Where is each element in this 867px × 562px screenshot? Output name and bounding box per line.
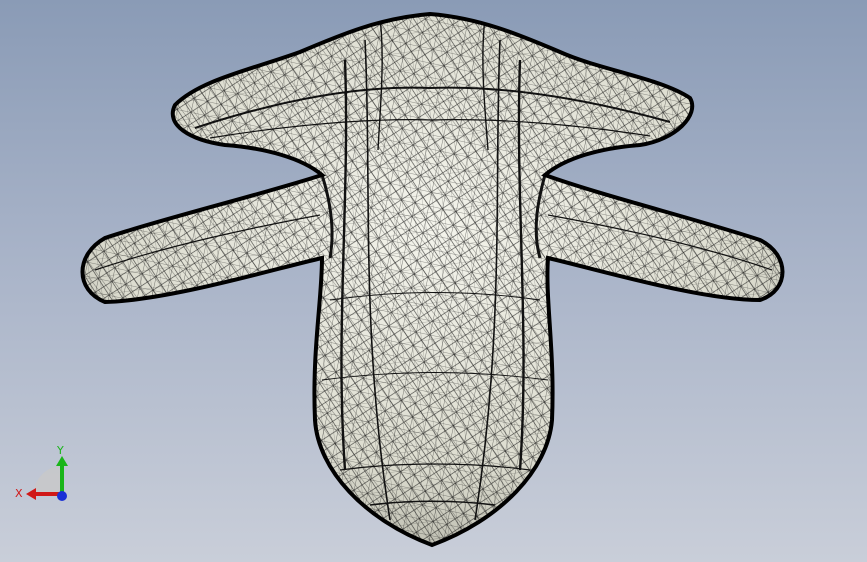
mesh-triangles [82, 14, 783, 545]
z-axis-dot [57, 491, 67, 501]
x-axis-label: X [15, 487, 23, 500]
y-axis-label: Y [56, 444, 64, 457]
y-axis-arrowhead [56, 456, 68, 466]
wireframe-model [80, 12, 785, 547]
3d-viewport[interactable] [0, 0, 867, 562]
triad-quadrant [34, 466, 62, 494]
y-axis-arrow [60, 464, 64, 494]
x-axis-arrowhead [26, 488, 36, 500]
axis-triad: Y X [15, 444, 68, 501]
